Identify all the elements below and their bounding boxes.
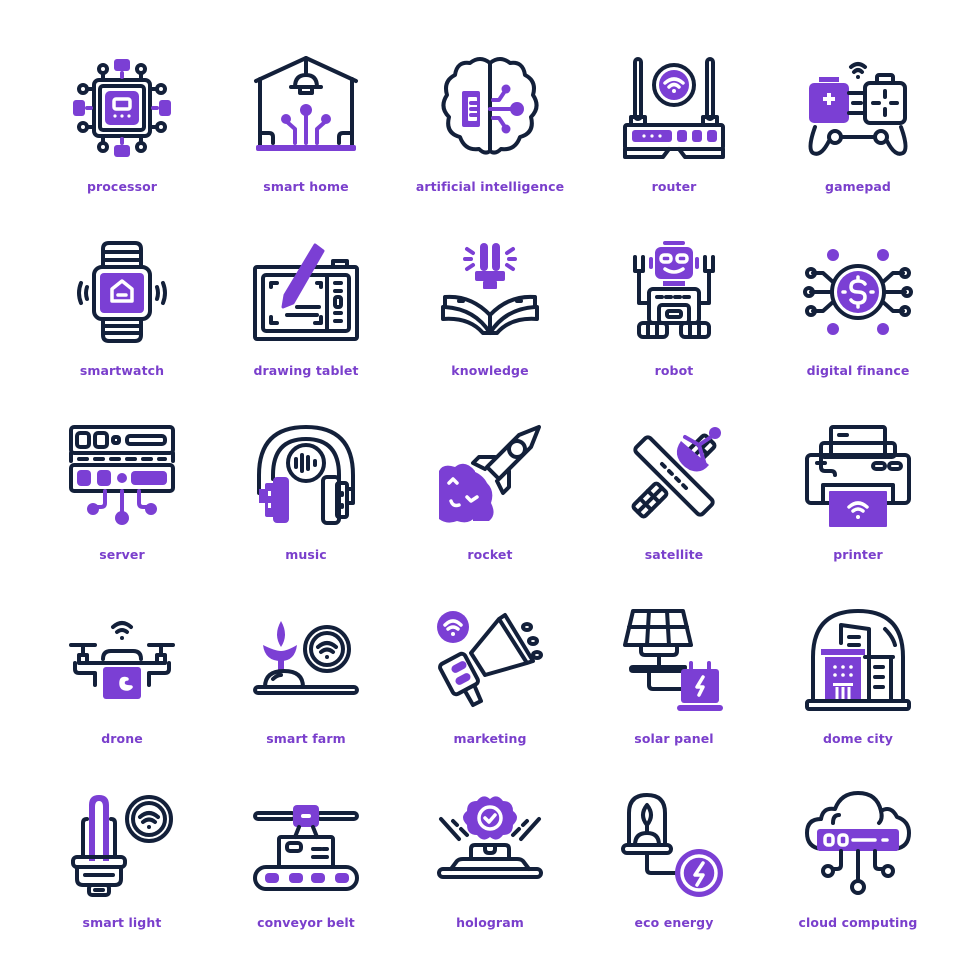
processor-icon — [67, 53, 177, 163]
satellite-icon — [619, 421, 729, 531]
drone-icon — [67, 605, 177, 715]
server-icon — [67, 421, 177, 531]
icon-label: knowledge — [451, 363, 529, 378]
dome-city-icon — [803, 605, 913, 715]
icon-card-marketing: marketing — [398, 597, 582, 781]
icon-label: solar panel — [634, 731, 714, 746]
icon-label: router — [651, 179, 697, 194]
icon-card-server: server — [30, 413, 214, 597]
icon-label: gamepad — [825, 179, 891, 194]
smart-farm-icon — [251, 605, 361, 715]
icon-card-robot: robot — [582, 229, 766, 413]
digital-finance-icon — [803, 237, 913, 347]
robot-icon — [619, 237, 729, 347]
icon-label: robot — [654, 363, 694, 378]
icon-label: rocket — [467, 547, 513, 562]
icon-card-smart-farm: smart farm — [214, 597, 398, 781]
icon-card-rocket: rocket — [398, 413, 582, 597]
icon-card-router: router — [582, 45, 766, 229]
router-icon — [619, 53, 729, 163]
icon-label: eco energy — [634, 915, 714, 930]
artificial-intelligence-icon — [435, 53, 545, 163]
icon-card-hologram: hologram — [398, 781, 582, 965]
icon-card-drawing-tablet: drawing tablet — [214, 229, 398, 413]
icon-label: smartwatch — [79, 363, 165, 378]
icon-card-smart-light: smart light — [30, 781, 214, 965]
icon-label: digital finance — [806, 363, 910, 378]
hologram-icon — [435, 789, 545, 899]
icon-label: marketing — [453, 731, 527, 746]
icon-label: artificial intelligence — [415, 179, 565, 194]
icon-label: smart home — [263, 179, 349, 194]
icon-card-cloud-computing: cloud computing — [766, 781, 950, 965]
icon-card-eco-energy: eco energy — [582, 781, 766, 965]
icon-card-knowledge: knowledge — [398, 229, 582, 413]
icon-label: hologram — [456, 915, 524, 930]
cloud-computing-icon — [803, 789, 913, 899]
drawing-tablet-icon — [251, 237, 361, 347]
icon-label: cloud computing — [798, 915, 918, 930]
eco-energy-icon — [619, 789, 729, 899]
rocket-icon — [435, 421, 545, 531]
icon-label: printer — [833, 547, 883, 562]
icon-label: music — [285, 547, 327, 562]
icon-label: satellite — [644, 547, 704, 562]
smart-home-icon — [251, 53, 361, 163]
solar-panel-icon — [619, 605, 729, 715]
icon-card-drone: drone — [30, 597, 214, 781]
icon-card-smartwatch: smartwatch — [30, 229, 214, 413]
icon-label: processor — [86, 179, 158, 194]
marketing-icon — [435, 605, 545, 715]
icon-card-solar-panel: solar panel — [582, 597, 766, 781]
icon-card-smart-home: smart home — [214, 45, 398, 229]
gamepad-icon — [803, 53, 913, 163]
icon-label: smart light — [82, 915, 162, 930]
knowledge-icon — [435, 237, 545, 347]
icon-card-conveyor-belt: conveyor belt — [214, 781, 398, 965]
icon-grid: processor smart home artificial intellig… — [30, 45, 950, 965]
icon-card-processor: processor — [30, 45, 214, 229]
icon-label: conveyor belt — [257, 915, 355, 930]
icon-label: drawing tablet — [253, 363, 359, 378]
icon-card-music: music — [214, 413, 398, 597]
icon-card-digital-finance: digital finance — [766, 229, 950, 413]
icon-card-gamepad: gamepad — [766, 45, 950, 229]
smart-light-icon — [67, 789, 177, 899]
icon-label: server — [99, 547, 145, 562]
printer-icon — [803, 421, 913, 531]
smartwatch-icon — [67, 237, 177, 347]
icon-card-artificial-intelligence: artificial intelligence — [398, 45, 582, 229]
icon-card-printer: printer — [766, 413, 950, 597]
icon-label: dome city — [822, 731, 894, 746]
icon-card-satellite: satellite — [582, 413, 766, 597]
icon-label: drone — [101, 731, 143, 746]
icon-label: smart farm — [266, 731, 346, 746]
conveyor-belt-icon — [251, 789, 361, 899]
icon-card-dome-city: dome city — [766, 597, 950, 781]
music-icon — [251, 421, 361, 531]
